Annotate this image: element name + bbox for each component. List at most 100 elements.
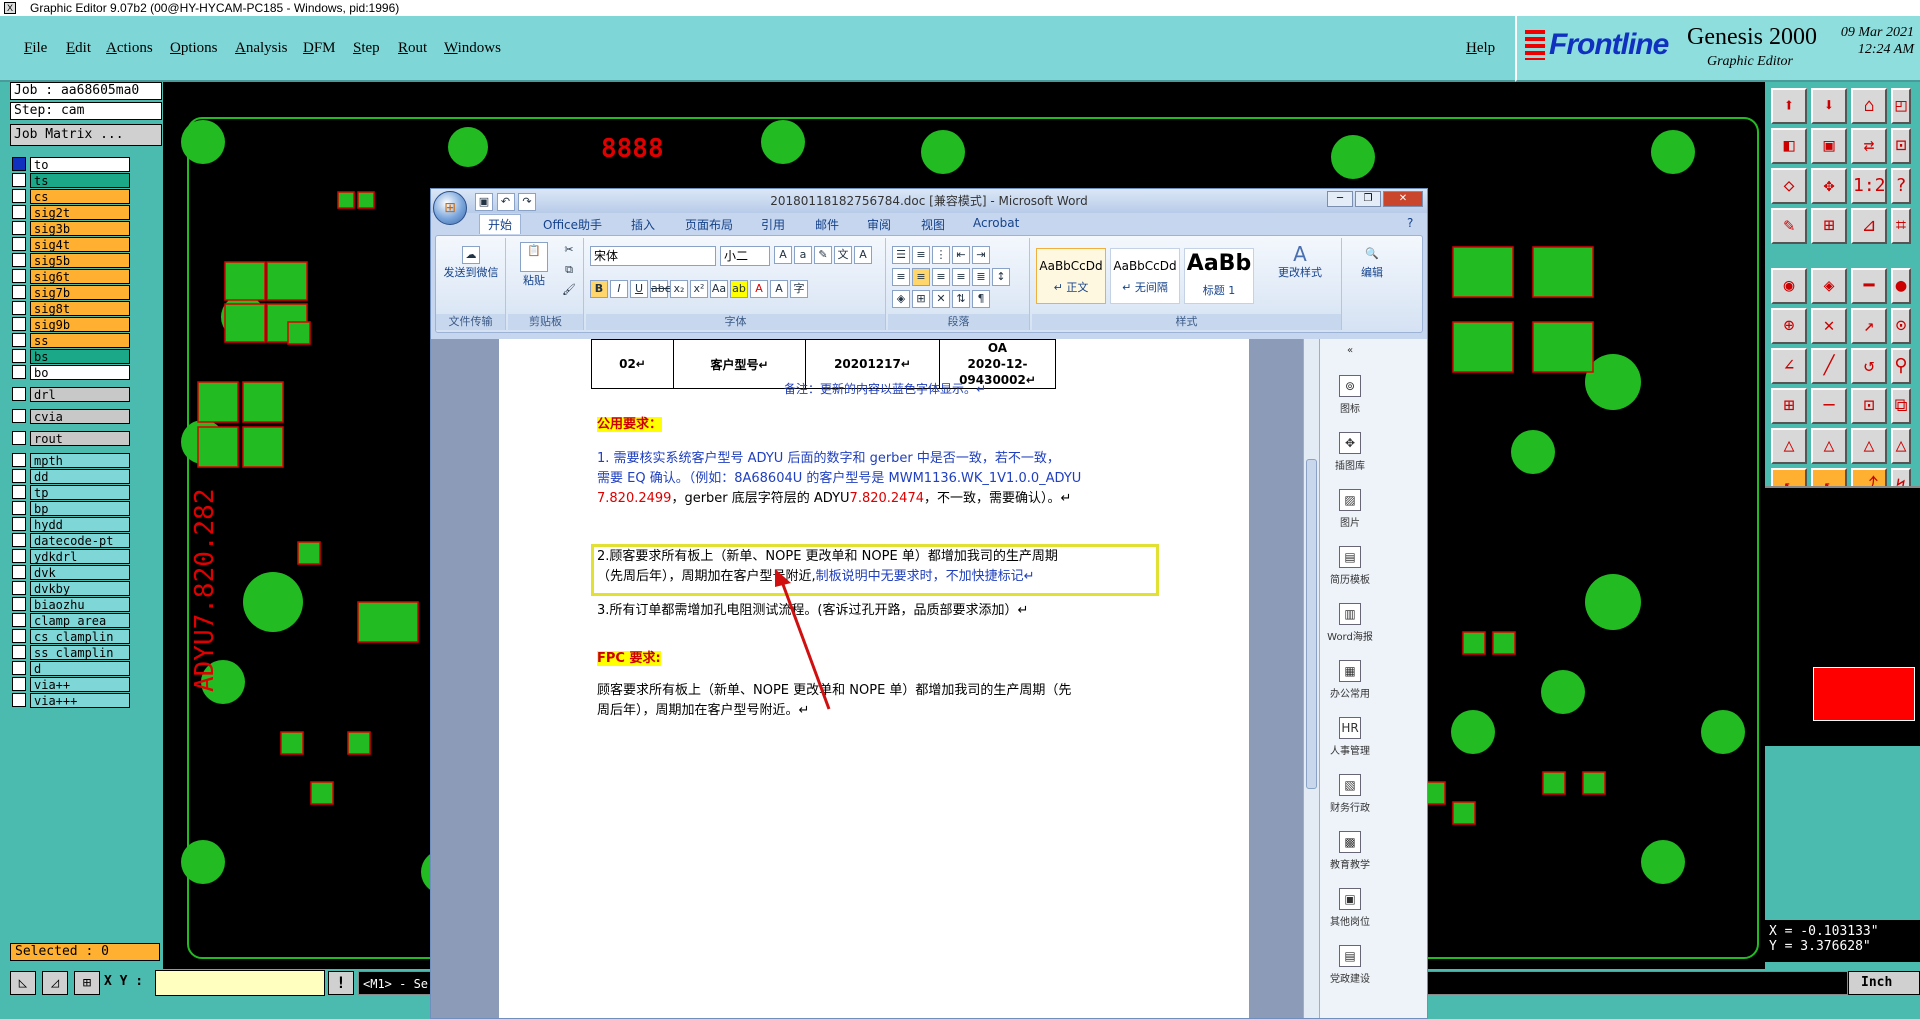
home-icon[interactable]: ⌂	[1851, 88, 1887, 124]
menu-rout[interactable]: Rout	[398, 40, 427, 57]
sidebar-item[interactable]: ▣ 其他岗位	[1320, 888, 1380, 928]
layer-checkbox[interactable]	[12, 157, 26, 171]
document-page[interactable]: 02↵ 客户型号↵ 20201217↵ OA 2020-12-09430002↵ …	[499, 339, 1249, 1018]
layer-checkbox[interactable]	[12, 581, 26, 595]
layer-name[interactable]: hydd	[30, 516, 130, 532]
layer-row[interactable]: rout	[12, 430, 132, 446]
layer-name[interactable]: clamp_area	[30, 612, 130, 628]
window-icon[interactable]: ◰	[1891, 88, 1911, 124]
highlight-icon[interactable]: ab	[730, 280, 748, 298]
layer-checkbox[interactable]	[12, 485, 26, 499]
layer-name[interactable]: rout	[30, 430, 130, 446]
grow-font-icon[interactable]: A	[774, 246, 792, 264]
shape-c-icon[interactable]: △	[1851, 428, 1887, 464]
font-size-select[interactable]: 小二	[720, 246, 770, 266]
layer-row[interactable]: ss_clamplin	[12, 644, 132, 660]
layer-name[interactable]: drl	[30, 386, 130, 402]
layer-row[interactable]: dvkby	[12, 580, 132, 596]
layer-icon[interactable]: ◈	[1811, 268, 1847, 304]
menu-analysis[interactable]: Analysis	[235, 40, 288, 57]
tab-view[interactable]: 视图	[921, 216, 945, 233]
shape-b-icon[interactable]: △	[1811, 428, 1847, 464]
align-center-icon[interactable]: ≡	[912, 268, 930, 286]
layer-checkbox[interactable]	[12, 205, 26, 219]
layer-row[interactable]: ts	[12, 172, 132, 188]
layer-checkbox[interactable]	[12, 431, 26, 445]
layer-checkbox[interactable]	[12, 693, 26, 707]
layer-name[interactable]: cs_clamplin	[30, 628, 130, 644]
layer-row[interactable]: sig7b	[12, 284, 132, 300]
menu-options[interactable]: Options	[170, 40, 218, 57]
layer-name[interactable]: tp	[30, 484, 130, 500]
layer-checkbox[interactable]	[12, 501, 26, 515]
layer-row[interactable]: clamp_area	[12, 612, 132, 628]
layer-checkbox[interactable]	[12, 221, 26, 235]
delete-icon[interactable]: ✕	[1811, 308, 1847, 344]
anchor-icon[interactable]: ⚲	[1891, 348, 1911, 384]
layer-checkbox[interactable]	[12, 173, 26, 187]
menu-edit[interactable]: Edit	[66, 40, 91, 57]
layer-name[interactable]: mpth	[30, 452, 130, 468]
layer-row[interactable]: sig8t	[12, 300, 132, 316]
layer-row[interactable]: datecode-pt	[12, 532, 132, 548]
layer-row[interactable]: cs_clamplin	[12, 628, 132, 644]
sidebar-item[interactable]: ▤ 简历模板	[1320, 546, 1380, 586]
frame2-icon[interactable]: ⊡	[1851, 388, 1887, 424]
change-styles-button[interactable]: A 更改样式	[1270, 244, 1330, 280]
layer-name[interactable]: dvk	[30, 564, 130, 580]
layer-checkbox[interactable]	[12, 301, 26, 315]
grid-icon[interactable]: ⊞	[1811, 208, 1847, 244]
layer-row[interactable]: dd	[12, 468, 132, 484]
layer-row[interactable]: sig6t	[12, 268, 132, 284]
sort-icon[interactable]: ⇅	[952, 290, 970, 308]
shape-a-icon[interactable]: △	[1771, 428, 1807, 464]
swap-icon[interactable]: ⇄	[1851, 128, 1887, 164]
save-icon[interactable]: ▣	[475, 193, 493, 211]
layer-name[interactable]: sig7b	[30, 284, 130, 300]
edit-icon[interactable]: ✎	[1771, 208, 1807, 244]
layer-name[interactable]: ss_clamplin	[30, 644, 130, 660]
layer-checkbox[interactable]	[12, 533, 26, 547]
show-marks-icon[interactable]: ¶	[972, 290, 990, 308]
vertical-scrollbar[interactable]	[1303, 339, 1319, 1018]
layer-row[interactable]: bp	[12, 500, 132, 516]
char-shading-icon[interactable]: A	[770, 280, 788, 298]
pan-icon[interactable]: ✥	[1811, 168, 1847, 204]
borders-icon[interactable]: ⊞	[912, 290, 930, 308]
help-icon[interactable]: ?	[1891, 168, 1911, 204]
dot-icon[interactable]: ●	[1891, 268, 1911, 304]
matrix-icon[interactable]: ⊞	[1771, 388, 1807, 424]
menu-file[interactable]: File	[24, 40, 47, 57]
tab-home[interactable]: 开始	[479, 214, 522, 234]
sidebar-item[interactable]: ⊚ 图标	[1320, 375, 1380, 415]
sidebar-item[interactable]: ▧ 财务行政	[1320, 774, 1380, 814]
editing-button[interactable]: 🔍 编辑	[1352, 246, 1392, 280]
scroll-thumb[interactable]	[1306, 459, 1317, 789]
layer-name[interactable]: via+++	[30, 692, 130, 708]
menu-actions[interactable]: Actions	[106, 40, 153, 57]
layer-name[interactable]: dvkby	[30, 580, 130, 596]
layer-name[interactable]: sig5b	[30, 252, 130, 268]
layer-name[interactable]: sig6t	[30, 268, 130, 284]
close-button[interactable]: ✕	[1383, 191, 1423, 207]
panel-left-icon[interactable]: ◧	[1771, 128, 1807, 164]
job-matrix-button[interactable]: Job Matrix ...	[10, 124, 162, 146]
align-left-icon[interactable]: ≡	[892, 268, 910, 286]
help-icon[interactable]: ?	[1407, 216, 1413, 230]
style-heading-1[interactable]: AaBb 标题 1	[1184, 248, 1254, 304]
zoom-ratio-icon[interactable]: 1:2	[1851, 168, 1887, 204]
undo-icon[interactable]: ↶	[496, 193, 515, 211]
layer-row[interactable]: bs	[12, 348, 132, 364]
document-area[interactable]: 02↵ 客户型号↵ 20201217↵ OA 2020-12-09430002↵ …	[431, 339, 1303, 1018]
menu-help[interactable]: Help	[1466, 40, 1495, 57]
panel-icon[interactable]: ▣	[1811, 128, 1847, 164]
angle-icon[interactable]: ∠	[1771, 348, 1807, 384]
layer-row[interactable]: hydd	[12, 516, 132, 532]
layer-name[interactable]: dd	[30, 468, 130, 484]
sidebar-item[interactable]: ▥ Word海报	[1320, 603, 1380, 643]
layer-checkbox[interactable]	[12, 645, 26, 659]
layer-name[interactable]: bp	[30, 500, 130, 516]
layer-name[interactable]: sig4t	[30, 236, 130, 252]
layer-name[interactable]: cvia	[30, 408, 130, 424]
xy-input[interactable]	[155, 970, 325, 996]
